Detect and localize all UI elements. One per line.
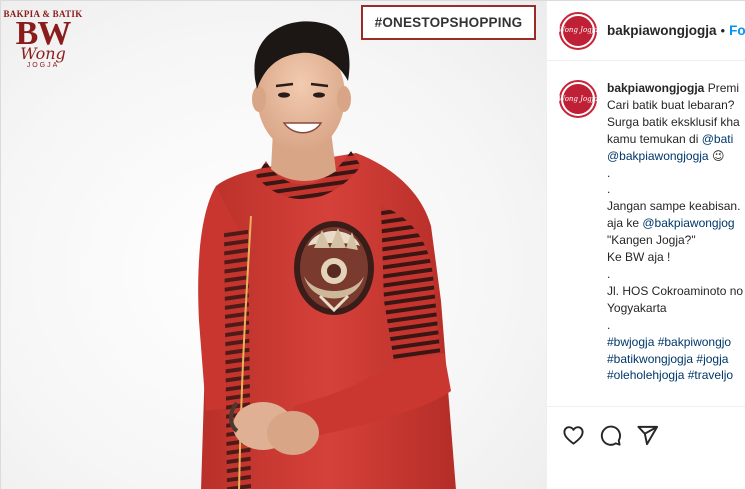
follow-button[interactable]: Follo xyxy=(729,23,745,38)
hashtag-banner-text: #ONESTOPSHOPPING xyxy=(374,15,523,30)
caption-line: Ke BW aja ! xyxy=(607,250,671,265)
caption-line: Jangan sampe keabisan. xyxy=(607,199,741,214)
comment-icon xyxy=(600,425,621,446)
post-header: Wong Jogja bakpiawongjogja • Follo xyxy=(547,1,745,61)
hashtag-banner: #ONESTOPSHOPPING xyxy=(361,5,536,40)
caption-line: aja ke @bakpiawongjog xyxy=(607,215,743,232)
caption-line: "Kangen Jogja?" xyxy=(607,233,696,248)
caption-line: Jl. HOS Cokroaminoto no xyxy=(607,283,744,298)
share-button[interactable] xyxy=(635,423,659,447)
comments-section[interactable]: Wong Jogja bakpiawongjogja Premi Cari ba… xyxy=(547,62,745,407)
action-bar xyxy=(547,415,745,455)
caption-line: . xyxy=(607,165,611,180)
avatar-logo: Wong Jogja xyxy=(558,15,598,46)
brand-logo: BAKPIA & BATIK BW Wong JOGJA xyxy=(3,9,83,69)
caption-line: bakpiawongjogja Premi xyxy=(607,80,743,97)
wink-emoji: 😉 xyxy=(711,148,725,163)
comment-button[interactable] xyxy=(598,423,622,447)
heart-icon xyxy=(562,425,584,445)
brand-logo-script: Wong xyxy=(20,44,66,63)
caption-avatar[interactable]: Wong Jogja xyxy=(558,80,598,118)
caption-line: @bakpiawongjogja 😉 xyxy=(607,148,743,165)
avatar-logo: Wong Jogja xyxy=(558,84,598,114)
model-photo xyxy=(198,21,456,489)
avatar[interactable]: Wong Jogja xyxy=(558,11,598,50)
post-side-panel: Wong Jogja bakpiawongjogja • Follo Wong … xyxy=(547,1,745,489)
share-icon xyxy=(636,425,658,445)
caption-line: Surga batik eksklusif kha xyxy=(607,114,740,129)
caption-text-fragment: aja ke xyxy=(607,216,643,231)
mention-link[interactable]: @bati xyxy=(702,132,734,146)
username-link[interactable]: bakpiawongjogja xyxy=(607,23,717,38)
caption-text: bakpiawongjogja Premi Cari batik buat le… xyxy=(607,80,743,384)
caption-line: . xyxy=(607,317,611,332)
caption-text-fragment: kamu temukan di xyxy=(607,131,702,146)
caption-line: . xyxy=(607,182,611,197)
mention-link[interactable]: @bakpiawongjog xyxy=(642,216,734,230)
like-button[interactable] xyxy=(561,423,585,447)
caption-line: . xyxy=(607,266,611,281)
brand-logo-sub: JOGJA xyxy=(26,62,60,69)
hashtag-link[interactable]: #bwjogja #bakpiwongjo xyxy=(607,334,743,351)
separator-dot: • xyxy=(720,23,726,38)
hashtag-link[interactable]: #oleholehjogja #traveljo xyxy=(607,367,743,384)
mention-link[interactable]: @bakpiawongjogja xyxy=(607,149,709,163)
caption-username[interactable]: bakpiawongjogja xyxy=(607,81,704,95)
caption-text-start: Premi xyxy=(707,81,740,95)
caption-line: Yogyakarta xyxy=(607,300,667,315)
caption-line: Cari batik buat lebaran? xyxy=(607,97,735,112)
instagram-post: BAKPIA & BATIK BW Wong JOGJA #ONESTOPSHO… xyxy=(0,0,745,489)
post-image[interactable]: BAKPIA & BATIK BW Wong JOGJA #ONESTOPSHO… xyxy=(1,1,547,489)
caption: Wong Jogja bakpiawongjogja Premi Cari ba… xyxy=(558,80,745,384)
caption-line: kamu temukan di @bati xyxy=(607,131,743,148)
hashtag-link[interactable]: #batikwongjogja #jogja xyxy=(607,351,743,368)
